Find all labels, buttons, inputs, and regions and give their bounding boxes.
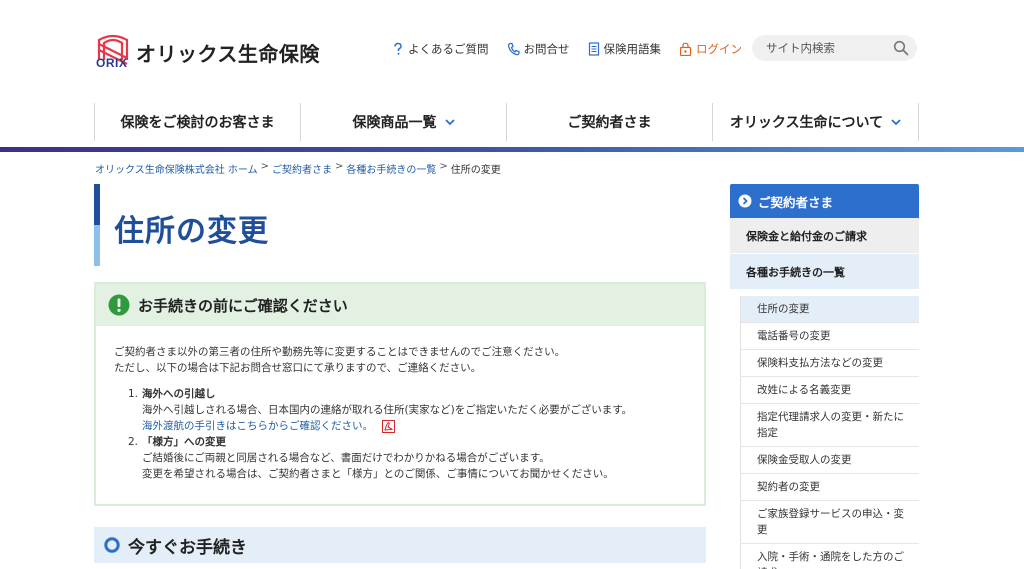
notice-body: ご契約者さま以外の第三者の住所や勤務先等に変更することはできませんのでご注意くだ… bbox=[96, 326, 704, 482]
list-number: 2. bbox=[128, 436, 139, 448]
sidebar-subitem-name-change[interactable]: 改姓による名義変更 bbox=[741, 377, 919, 404]
utility-nav: よくあるご質問 お問合せ 保険用語集 ログイン bbox=[392, 38, 760, 60]
sidebar-subitem-label: 保険料支払方法などの変更 bbox=[757, 357, 883, 369]
notice-intro: ただし、以下の場合は下記お問合せ窓口にて承りますので、ご連絡ください。 bbox=[114, 362, 482, 374]
glossary-label: 保険用語集 bbox=[603, 42, 662, 56]
document-icon bbox=[588, 42, 599, 56]
sidebar-item-label: 保険金と給付金のご請求 bbox=[746, 229, 867, 243]
breadcrumb-policyholders[interactable]: ご契約者さま bbox=[272, 161, 332, 176]
breadcrumb: オリックス生命保険株式会社 ホーム > ご契約者さま > 各種お手続きの一覧 >… bbox=[95, 161, 501, 176]
logo-orix-text: ORIX bbox=[96, 56, 128, 70]
notice-item-text: 海外へ引越しされる場合、日本国内の連絡が取れる住所(実家など)をご指定いただく必… bbox=[142, 404, 633, 416]
sidebar-item-label: 各種お手続きの一覧 bbox=[746, 265, 845, 279]
notice-item-overseas: 1. 海外への引越し 海外へ引越しされる場合、日本国内の連絡が取れる住所(実家な… bbox=[128, 386, 688, 434]
chevron-down-icon bbox=[444, 118, 455, 125]
sidebar-subitem-beneficiary[interactable]: 保険金受取人の変更 bbox=[741, 447, 919, 474]
breadcrumb-procedures[interactable]: 各種お手続きの一覧 bbox=[346, 161, 436, 176]
section-heading: 今すぐお手続き bbox=[94, 527, 706, 563]
sidebar-subitem-label: 電話番号の変更 bbox=[757, 330, 831, 342]
notice-item-text: ご結婚後にご両親と同居される場合など、書面だけでわかりかねる場合がございます。 bbox=[142, 452, 550, 464]
faq-link[interactable]: よくあるご質問 bbox=[392, 41, 489, 57]
notice-item-text: 変更を希望される場合は、ご契約者さまと「様方」とのご関係、ご事情についてお聞かせ… bbox=[142, 468, 614, 480]
faq-label: よくあるご質問 bbox=[408, 42, 489, 56]
gnav-label: 保険をご検討のお客さま bbox=[120, 115, 275, 131]
global-nav: 保険をご検討のお客さま 保険商品一覧 ご契約者さま オリックス生命について bbox=[94, 103, 919, 141]
sidebar-subitem-hospital[interactable]: 入院・手術・通院をした方のご請求 bbox=[741, 544, 919, 569]
sidebar-subitem-label: 契約者の変更 bbox=[757, 481, 820, 493]
sidebar-subitem-label: ご家族登録サービスの申込・変更 bbox=[757, 508, 904, 536]
sidebar-subitem-label: 改姓による名義変更 bbox=[757, 384, 852, 396]
title-accent-bar-light bbox=[94, 225, 100, 266]
notice-item-heading: 海外への引越し bbox=[142, 388, 216, 400]
gnav-item-about[interactable]: オリックス生命について bbox=[712, 103, 919, 141]
lock-icon bbox=[679, 42, 692, 56]
chevron-down-icon bbox=[891, 118, 901, 125]
sidebar-subitem-label: 住所の変更 bbox=[757, 303, 810, 315]
sidebar-item-procedures[interactable]: 各種お手続きの一覧 bbox=[730, 254, 919, 290]
chevron-right-circle-icon bbox=[738, 194, 752, 208]
sidebar-subitem-payment[interactable]: 保険料支払方法などの変更 bbox=[741, 350, 919, 377]
search-input[interactable] bbox=[766, 41, 886, 55]
pdf-icon bbox=[382, 419, 396, 433]
sidebar-subitem-address[interactable]: 住所の変更 bbox=[741, 296, 919, 323]
sidebar-subitem-label: 指定代理請求人の変更・新たに指定 bbox=[757, 411, 904, 439]
notice-title: お手続きの前にご確認ください bbox=[138, 296, 348, 315]
notice-item-care-of: 2. 「様方」への変更 ご結婚後にご両親と同居される場合など、書面だけでわかりか… bbox=[128, 434, 688, 482]
search-icon[interactable] bbox=[893, 40, 909, 56]
contact-link[interactable]: お問合せ bbox=[507, 41, 570, 57]
sidebar-subitem-policyholder[interactable]: 契約者の変更 bbox=[741, 474, 919, 501]
sidebar-subitem-label: 保険金受取人の変更 bbox=[757, 454, 852, 466]
sidebar-subitem-proxy[interactable]: 指定代理請求人の変更・新たに指定 bbox=[741, 404, 919, 447]
sidebar-item-claims[interactable]: 保険金と給付金のご請求 bbox=[730, 218, 919, 254]
sidebar-subnav: 住所の変更 電話番号の変更 保険料支払方法などの変更 改姓による名義変更 指定代… bbox=[740, 296, 919, 569]
gnav-label: 保険商品一覧 bbox=[352, 115, 437, 131]
phone-icon bbox=[507, 42, 520, 56]
overseas-guide-link[interactable]: 海外渡航の手引きはこちらからご確認ください。 bbox=[142, 420, 373, 432]
gnav-item-prospective[interactable]: 保険をご検討のお客さま bbox=[94, 103, 300, 141]
login-label: ログイン bbox=[696, 42, 742, 56]
page-title-block: 住所の変更 bbox=[94, 184, 394, 266]
notice-intro: ご契約者さま以外の第三者の住所や勤務先等に変更することはできませんのでご注意くだ… bbox=[114, 346, 566, 358]
sidebar-nav: ご契約者さま 保険金と給付金のご請求 各種お手続きの一覧 住所の変更 電話番号の… bbox=[730, 184, 919, 569]
breadcrumb-home[interactable]: オリックス生命保険株式会社 ホーム bbox=[95, 161, 258, 176]
orix-logo[interactable]: ORIX オリックス生命保険 bbox=[96, 22, 326, 74]
sidebar-subitem-phone[interactable]: 電話番号の変更 bbox=[741, 323, 919, 350]
notice-box: お手続きの前にご確認ください ご契約者さま以外の第三者の住所や勤務先等に変更する… bbox=[94, 282, 706, 506]
breadcrumb-separator: > bbox=[334, 161, 344, 172]
sidebar-header[interactable]: ご契約者さま bbox=[730, 184, 919, 218]
title-accent-bar bbox=[94, 184, 100, 225]
site-header: ORIX オリックス生命保険 よくあるご質問 お問合せ 保険用語集 ログイン bbox=[0, 0, 1024, 100]
gnav-label: オリックス生命について bbox=[729, 115, 884, 131]
notice-header: お手続きの前にご確認ください bbox=[96, 284, 704, 326]
glossary-link[interactable]: 保険用語集 bbox=[588, 41, 662, 57]
company-name: オリックス生命保険 bbox=[136, 42, 320, 66]
notice-list: 1. 海外への引越し 海外へ引越しされる場合、日本国内の連絡が取れる住所(実家な… bbox=[114, 386, 688, 482]
contact-label: お問合せ bbox=[523, 42, 570, 56]
breadcrumb-separator: > bbox=[260, 161, 269, 172]
section-title: 今すぐお手続き bbox=[128, 537, 247, 558]
sidebar-header-label: ご契約者さま bbox=[758, 194, 834, 210]
gnav-item-products[interactable]: 保険商品一覧 bbox=[300, 103, 506, 141]
list-number: 1. bbox=[128, 388, 139, 400]
gnav-item-policyholders[interactable]: ご契約者さま bbox=[506, 103, 712, 141]
breadcrumb-current: 住所の変更 bbox=[450, 165, 501, 176]
gnav-label: ご契約者さま bbox=[567, 115, 652, 131]
page-title: 住所の変更 bbox=[114, 214, 269, 249]
header-divider bbox=[0, 147, 1024, 152]
sidebar-subitem-family[interactable]: ご家族登録サービスの申込・変更 bbox=[741, 501, 919, 544]
notice-item-heading: 「様方」への変更 bbox=[142, 436, 226, 448]
login-link[interactable]: ログイン bbox=[679, 41, 742, 57]
question-icon bbox=[394, 42, 402, 55]
exclamation-icon bbox=[108, 294, 130, 316]
site-search bbox=[752, 35, 917, 61]
sidebar-subitem-label: 入院・手術・通院をした方のご請求 bbox=[757, 551, 904, 569]
breadcrumb-separator: > bbox=[439, 161, 448, 172]
circle-bullet-icon bbox=[104, 537, 120, 553]
